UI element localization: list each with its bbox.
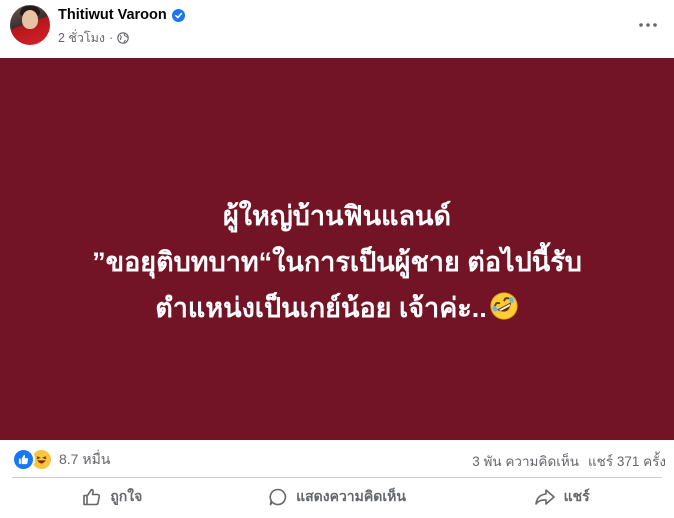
- like-icon: [12, 448, 35, 471]
- comment-icon: [269, 488, 287, 506]
- post-time[interactable]: 2 ชั่วโมง: [58, 28, 105, 48]
- post-text-line-3-wrap: ตำแหน่งเป็นเกย์น้อย เจ้าค่ะ..: [0, 285, 674, 331]
- actions-divider: [12, 477, 662, 478]
- post-meta: 2 ชั่วโมง ·: [58, 28, 129, 48]
- more-options-icon: [639, 23, 657, 27]
- post-image[interactable]: ผู้ใหญ่บ้านฟินแลนด์ ”ขอยุติบทบาท“ในการเป…: [0, 58, 674, 440]
- post-text-line-3: ตำแหน่งเป็นเกย์น้อย เจ้าค่ะ..: [155, 293, 487, 323]
- more-options-button[interactable]: [635, 12, 661, 38]
- post-stats: 8.7 หมื่น 3 พัน ความคิดเห็น แชร์ 371 ครั…: [0, 440, 674, 476]
- avatar[interactable]: [10, 5, 50, 45]
- share-icon: [534, 489, 555, 505]
- comment-button-label: แสดงความคิดเห็น: [296, 488, 406, 504]
- like-button[interactable]: ถูกใจ: [0, 479, 225, 515]
- share-button[interactable]: แชร์: [449, 479, 674, 515]
- author-name[interactable]: Thitiwut Varoon: [58, 7, 167, 23]
- meta-separator: ·: [109, 31, 114, 45]
- post-text-line-2: ”ขอยุติบทบาท“ในการเป็นผู้ชาย ต่อไปนี้รับ: [92, 247, 582, 277]
- post-header: Thitiwut Varoon 2 ชั่วโมง ·: [0, 0, 674, 58]
- reactions-summary[interactable]: 8.7 หมื่น: [12, 448, 110, 471]
- verified-badge-icon: [171, 8, 185, 22]
- post-text: ผู้ใหญ่บ้านฟินแลนด์ ”ขอยุติบทบาท“ในการเป…: [0, 193, 674, 331]
- reaction-count: 8.7 หมื่น: [59, 450, 111, 467]
- like-button-label: ถูกใจ: [110, 488, 143, 504]
- share-button-label: แชร์: [563, 488, 590, 504]
- comment-button[interactable]: แสดงความคิดเห็น: [225, 479, 450, 515]
- thumbs-up-icon: [83, 488, 101, 506]
- author-row: Thitiwut Varoon: [58, 7, 185, 23]
- comment-count[interactable]: 3 พัน ความคิดเห็น: [472, 450, 579, 472]
- post-actions: ถูกใจ แสดงความคิดเห็น แชร์: [0, 479, 674, 515]
- engagement-counts: 3 พัน ความคิดเห็น แชร์ 371 ครั้ง: [472, 450, 666, 472]
- post-text-line-1: ผู้ใหญ่บ้านฟินแลนด์: [222, 201, 452, 231]
- globe-icon[interactable]: [117, 32, 129, 44]
- share-count[interactable]: แชร์ 371 ครั้ง: [588, 450, 666, 472]
- rolling-on-floor-laughing-emoji: [490, 292, 518, 320]
